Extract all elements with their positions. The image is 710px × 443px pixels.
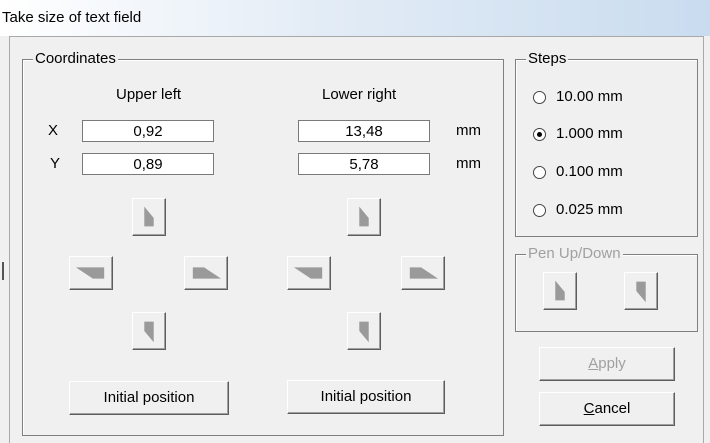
lower-right-down-button[interactable] — [347, 312, 381, 350]
apply-label-rest: pply — [598, 355, 626, 372]
upper-left-y-field[interactable]: 0,89 — [82, 153, 214, 175]
upper-left-left-button[interactable] — [69, 256, 113, 290]
apply-mnemonic: A — [588, 355, 599, 372]
step-option-label: 10.00 mm — [556, 88, 623, 105]
step-option-label: 0.025 mm — [556, 201, 623, 218]
arrow-right-icon — [192, 267, 222, 279]
y-unit-label: mm — [456, 155, 481, 172]
pen-down-button[interactable] — [624, 272, 658, 310]
cancel-button[interactable]: Cancel — [539, 392, 675, 426]
x-unit-label: mm — [456, 122, 481, 139]
x-label: X — [48, 122, 59, 139]
step-option-label: 1.000 mm — [556, 125, 623, 142]
y-label: Y — [50, 155, 61, 172]
apply-button[interactable]: Apply — [539, 347, 675, 381]
upper-left-down-button[interactable] — [132, 312, 166, 350]
dialog-border-left — [9, 36, 10, 443]
lower-right-initial-position-button[interactable]: Initial position — [287, 380, 445, 414]
upper-left-right-button[interactable] — [184, 256, 228, 290]
arrow-up-icon — [555, 280, 565, 301]
lower-right-heading: Lower right — [322, 86, 397, 103]
radio-selected-dot — [537, 132, 542, 137]
arrow-up-icon — [144, 206, 154, 227]
cursor-mark — [2, 262, 4, 280]
step-radio-0-1mm[interactable] — [533, 166, 546, 179]
coordinates-group-label: Coordinates — [33, 50, 118, 68]
arrow-down-icon — [144, 321, 154, 343]
steps-group-label: Steps — [526, 50, 569, 68]
arrow-up-icon — [359, 206, 369, 227]
arrow-down-icon — [636, 281, 646, 303]
step-radio-1mm[interactable] — [533, 128, 546, 141]
arrow-left-icon — [293, 267, 323, 279]
upper-left-heading: Upper left — [116, 86, 182, 103]
arrow-right-icon — [409, 267, 439, 279]
step-radio-0-025mm[interactable] — [533, 204, 546, 217]
pen-up-button[interactable] — [543, 272, 577, 310]
window-title: Take size of text field — [2, 9, 142, 26]
upper-left-up-button[interactable] — [132, 198, 166, 236]
lower-right-x-field[interactable]: 13,48 — [298, 120, 430, 142]
lower-right-up-button[interactable] — [347, 198, 381, 236]
pen-group-label: Pen Up/Down — [526, 245, 623, 263]
title-bar[interactable]: Take size of text field — [0, 0, 710, 36]
lower-right-right-button[interactable] — [401, 256, 445, 290]
lower-right-left-button[interactable] — [287, 256, 331, 290]
lower-right-y-field[interactable]: 5,78 — [298, 153, 430, 175]
cancel-mnemonic: C — [583, 400, 595, 417]
upper-left-x-field[interactable]: 0,92 — [82, 120, 214, 142]
arrow-down-icon — [359, 321, 369, 343]
dialog-border-top — [9, 36, 704, 37]
arrow-left-icon — [75, 267, 105, 279]
cancel-label-rest: ancel — [594, 400, 631, 417]
dialog-border-right — [703, 36, 704, 443]
step-option-label: 0.100 mm — [556, 163, 623, 180]
upper-left-initial-position-button[interactable]: Initial position — [69, 381, 229, 415]
step-radio-10mm[interactable] — [533, 91, 546, 104]
